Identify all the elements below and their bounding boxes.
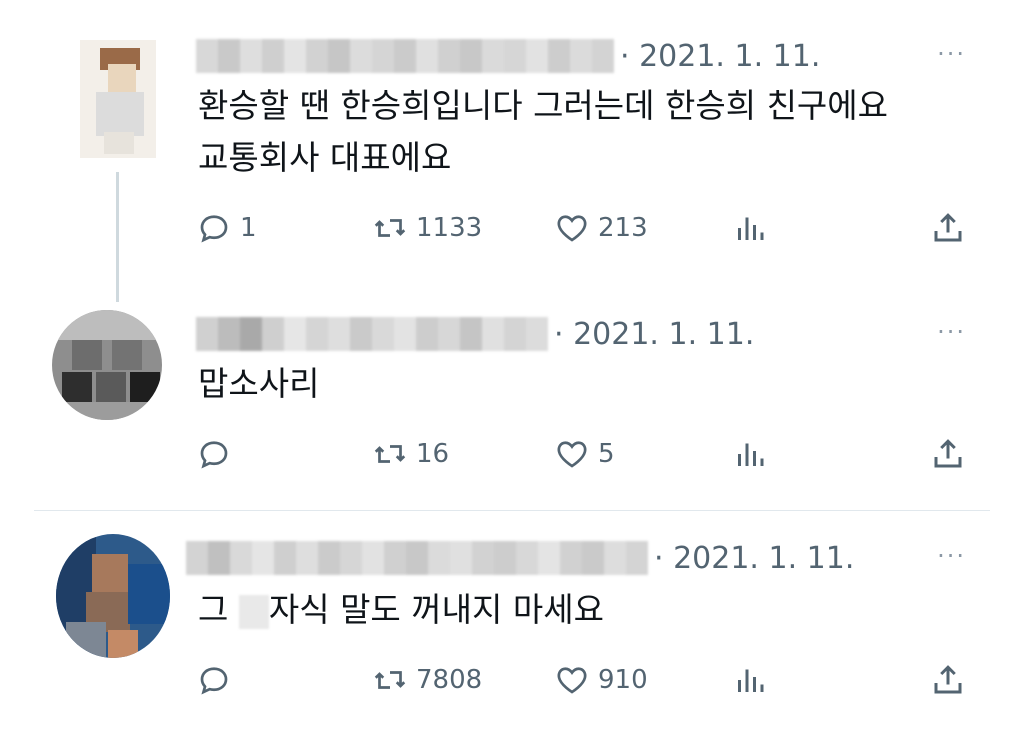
tweet-header: · 2021. 1. 11. [196, 312, 754, 356]
retweet-button[interactable]: 7808 [372, 660, 482, 700]
username-blurred[interactable] [196, 317, 548, 351]
analytics-icon [738, 443, 764, 466]
retweet-icon [374, 445, 406, 463]
share-icon [934, 665, 962, 694]
like-count: 213 [598, 213, 648, 243]
share-icon [934, 439, 962, 468]
tweet-text: 맙소사리 [198, 358, 319, 410]
reply-button[interactable]: 1 [196, 208, 257, 248]
tweet-header: · 2021. 1. 11. [186, 536, 854, 580]
retweet-count: 1133 [416, 213, 483, 243]
tweet-actions: 16 5 [196, 434, 976, 474]
like-button[interactable]: 213 [554, 208, 648, 248]
tweet-2[interactable]: · 2021. 1. 11. ··· 맙소사리 16 5 [0, 300, 1024, 500]
heart-icon [557, 215, 587, 242]
share-button[interactable] [930, 208, 966, 248]
like-count: 5 [598, 439, 615, 469]
tweet-actions: 1 1133 213 [196, 208, 976, 248]
tweet-text: 그 자식 말도 꺼내지 마세요 [198, 584, 604, 636]
tweet-text-after: 자식 말도 꺼내지 마세요 [268, 590, 604, 629]
share-icon [934, 213, 962, 242]
more-icon[interactable]: ··· [937, 318, 966, 346]
views-button[interactable] [732, 434, 768, 474]
retweet-count: 7808 [416, 665, 483, 695]
heart-icon [557, 441, 587, 468]
tweet-header: · 2021. 1. 11. [196, 34, 820, 78]
tweet-text-line: 환승할 땐 한승희입니다 그러는데 한승희 친구에요 [198, 86, 889, 125]
more-icon[interactable]: ··· [937, 542, 966, 570]
divider [34, 510, 990, 511]
share-button[interactable] [930, 434, 966, 474]
retweet-icon [374, 219, 406, 237]
tweet-date[interactable]: · 2021. 1. 11. [554, 317, 754, 352]
avatar[interactable] [56, 534, 170, 658]
tweet-text-line: 맙소사리 [198, 364, 320, 403]
share-button[interactable] [930, 660, 966, 700]
retweet-button[interactable]: 16 [372, 434, 449, 474]
avatar[interactable] [52, 310, 162, 420]
reply-icon [200, 441, 228, 469]
tweet-1[interactable]: · 2021. 1. 11. ··· 환승할 땐 한승희입니다 그러는데 한승희… [0, 0, 1024, 260]
reply-button[interactable] [196, 660, 240, 700]
retweet-count: 16 [416, 439, 450, 469]
analytics-icon [738, 669, 764, 692]
retweet-icon [374, 671, 406, 689]
retweet-button[interactable]: 1133 [372, 208, 482, 248]
censored-char [238, 594, 269, 629]
more-icon[interactable]: ··· [937, 40, 966, 68]
tweet-date[interactable]: · 2021. 1. 11. [654, 541, 854, 576]
like-count: 910 [598, 665, 648, 695]
username-blurred[interactable] [186, 541, 648, 575]
like-button[interactable]: 5 [554, 434, 615, 474]
tweet-3[interactable]: · 2021. 1. 11. ··· 그 자식 말도 꺼내지 마세요 7808 … [0, 512, 1024, 744]
tweet-text: 환승할 땐 한승희입니다 그러는데 한승희 친구에요 교통회사 대표에요 [198, 80, 888, 184]
heart-icon [557, 667, 587, 694]
reply-icon [200, 667, 228, 695]
avatar[interactable] [80, 40, 156, 158]
views-button[interactable] [732, 660, 768, 700]
tweet-date[interactable]: · 2021. 1. 11. [620, 39, 820, 74]
tweet-actions: 7808 910 [196, 660, 976, 700]
tweet-text-line: 교통회사 대표에요 [198, 138, 452, 177]
username-blurred[interactable] [196, 39, 614, 73]
analytics-icon [738, 217, 764, 240]
reply-icon [200, 215, 228, 243]
reply-button[interactable] [196, 434, 240, 474]
tweet-text-before: 그 [198, 590, 239, 629]
like-button[interactable]: 910 [554, 660, 648, 700]
reply-count: 1 [240, 213, 257, 243]
views-button[interactable] [732, 208, 768, 248]
